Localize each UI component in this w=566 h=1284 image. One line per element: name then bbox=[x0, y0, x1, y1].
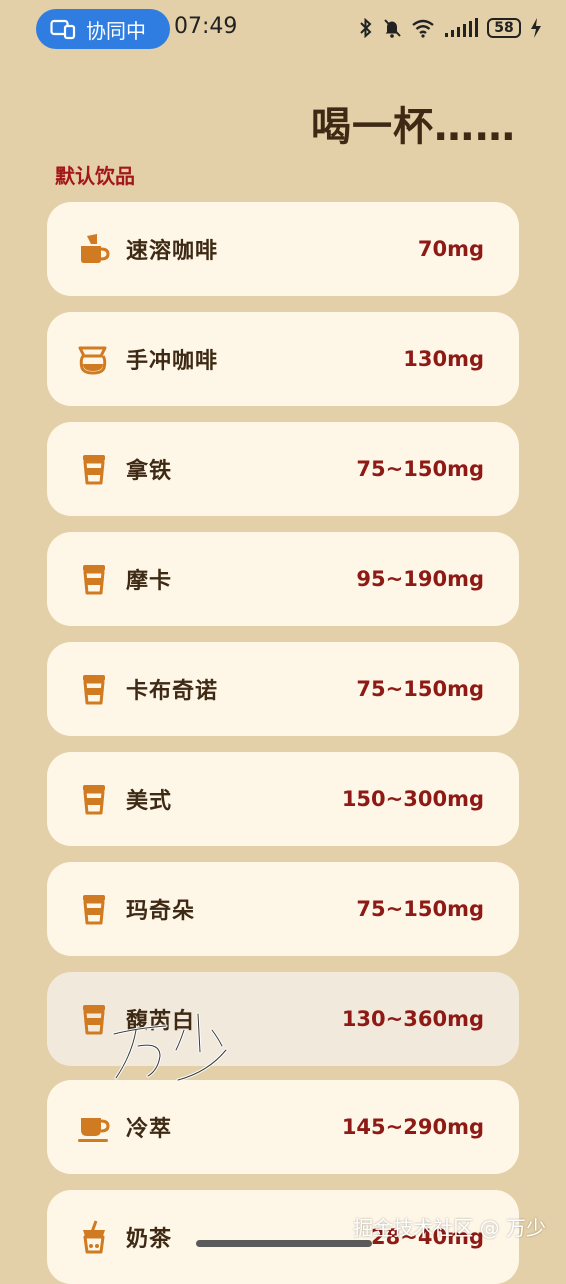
drink-name: 冷萃 bbox=[126, 1117, 173, 1142]
drink-name: 拿铁 bbox=[126, 459, 173, 484]
drink-caffeine: 95~190mg bbox=[356, 567, 484, 591]
coffee-cup-icon bbox=[77, 1002, 111, 1036]
drink-card-latte[interactable]: 拿铁 75~150mg bbox=[47, 422, 519, 516]
coffee-cup-icon bbox=[77, 452, 111, 486]
drink-card-cold-brew[interactable]: 冷萃 145~290mg bbox=[47, 1080, 519, 1174]
drink-caffeine: 130mg bbox=[403, 347, 484, 371]
battery-level: 58 bbox=[487, 18, 521, 38]
section-label-default-drinks: 默认饮品 bbox=[55, 164, 135, 188]
instant-coffee-icon bbox=[77, 232, 111, 266]
home-indicator[interactable] bbox=[196, 1240, 372, 1247]
drink-caffeine: 130~360mg bbox=[341, 1007, 484, 1031]
status-time: 07:49 bbox=[174, 14, 238, 39]
page-title: 喝一杯…… bbox=[311, 104, 516, 150]
signal-icon bbox=[445, 18, 478, 37]
drink-name: 奶茶 bbox=[126, 1227, 173, 1252]
coffee-cup-icon bbox=[77, 672, 111, 706]
drink-caffeine: 75~150mg bbox=[356, 677, 484, 701]
coffee-cup-icon bbox=[77, 562, 111, 596]
wifi-icon bbox=[412, 19, 434, 38]
drink-caffeine: 75~150mg bbox=[356, 457, 484, 481]
drink-card-pour-over[interactable]: 手冲咖啡 130mg bbox=[47, 312, 519, 406]
cold-brew-mug-icon bbox=[77, 1110, 111, 1144]
drink-caffeine: 150~300mg bbox=[341, 787, 484, 811]
drink-name: 玛奇朵 bbox=[126, 899, 196, 924]
drink-card-flat-white[interactable]: 馥芮白 130~360mg bbox=[47, 972, 519, 1066]
bluetooth-icon bbox=[360, 18, 372, 38]
drink-name: 美式 bbox=[126, 789, 173, 814]
coffee-cup-icon bbox=[77, 892, 111, 926]
charging-bolt-icon bbox=[531, 18, 541, 38]
collaboration-pill[interactable]: 协同中 bbox=[36, 9, 170, 49]
drink-card-americano[interactable]: 美式 150~300mg bbox=[47, 752, 519, 846]
drink-name: 手冲咖啡 bbox=[126, 349, 219, 374]
drink-name: 摩卡 bbox=[126, 569, 173, 594]
drink-card-macchiato[interactable]: 玛奇朵 75~150mg bbox=[47, 862, 519, 956]
drink-caffeine: 145~290mg bbox=[341, 1115, 484, 1139]
pour-over-icon bbox=[77, 342, 111, 376]
milk-tea-icon bbox=[77, 1220, 111, 1254]
status-bar: 协同中 07:49 58 bbox=[0, 0, 566, 56]
drink-card-mocha[interactable]: 摩卡 95~190mg bbox=[47, 532, 519, 626]
drink-caffeine: 70mg bbox=[417, 237, 484, 261]
multi-device-icon bbox=[50, 19, 76, 40]
footer-watermark: 掘金技术社区 @ 万少 bbox=[353, 1216, 546, 1240]
coffee-cup-icon bbox=[77, 782, 111, 816]
system-icons: 58 bbox=[359, 15, 542, 41]
drink-card-instant-coffee[interactable]: 速溶咖啡 70mg bbox=[47, 202, 519, 296]
drink-caffeine: 75~150mg bbox=[356, 897, 484, 921]
drink-card-cappuccino[interactable]: 卡布奇诺 75~150mg bbox=[47, 642, 519, 736]
collaboration-label: 协同中 bbox=[86, 18, 146, 43]
drink-name: 卡布奇诺 bbox=[126, 679, 219, 704]
drink-name: 速溶咖啡 bbox=[126, 239, 219, 264]
drink-name: 馥芮白 bbox=[126, 1009, 196, 1034]
mute-bell-icon bbox=[384, 19, 401, 38]
